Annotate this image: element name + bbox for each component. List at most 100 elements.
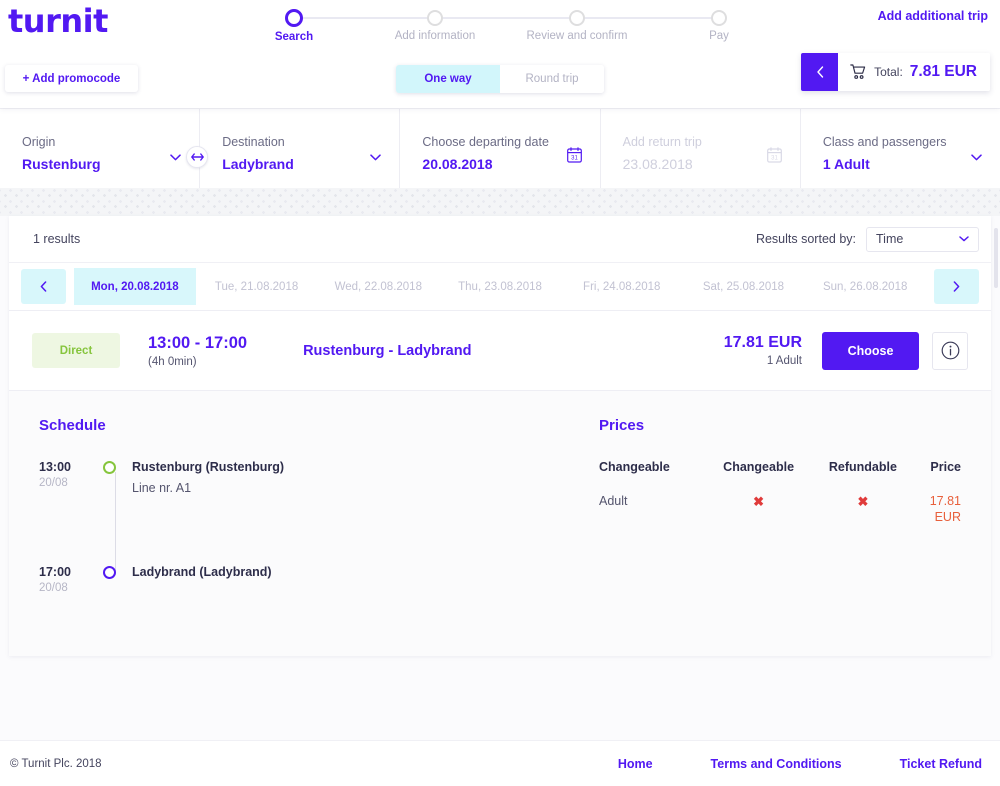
calendar-icon[interactable]: 31 bbox=[767, 147, 782, 168]
cart-collapse-button[interactable] bbox=[801, 53, 838, 91]
stop-name: Ladybrand (Ladybrand) bbox=[132, 565, 272, 579]
step-review-and-confirm[interactable]: Review and confirm bbox=[507, 8, 647, 42]
step-label: Add information bbox=[365, 30, 505, 42]
sort-controls: Results sorted by: Time bbox=[756, 227, 979, 252]
passenger-type: Adult bbox=[599, 494, 705, 525]
changeable-cell: ✖ bbox=[705, 494, 811, 525]
date-navigation: Mon, 20.08.2018 Tue, 21.08.2018 Wed, 22.… bbox=[9, 263, 991, 311]
step-dot-icon bbox=[427, 10, 443, 26]
stop-time: 17:00 bbox=[39, 565, 99, 579]
stop-marker-icon bbox=[103, 461, 116, 474]
footer-link-ticket-refund[interactable]: Ticket Refund bbox=[900, 757, 982, 771]
trip-route: Rustenburg - Ladybrand bbox=[303, 343, 471, 359]
departing-date-field[interactable]: Choose departing date 20.08.2018 31 bbox=[400, 109, 600, 188]
results-header: 1 results Results sorted by: Time bbox=[9, 216, 991, 263]
stop-time-block: 13:00 20/08 bbox=[39, 460, 99, 489]
calendar-icon[interactable]: 31 bbox=[567, 147, 582, 168]
destination-value: Ladybrand bbox=[222, 156, 383, 172]
trip-times: 13:00 - 17:00 (4h 0min) bbox=[148, 334, 247, 368]
add-additional-trip-link[interactable]: Add additional trip bbox=[878, 9, 988, 23]
schedule-stop: 13:00 20/08 Rustenburg (Rustenburg) Line… bbox=[39, 460, 599, 495]
chevron-left-icon bbox=[40, 281, 47, 292]
stop-date: 20/08 bbox=[39, 582, 99, 594]
prices-col-header: Price bbox=[914, 460, 961, 494]
chevron-down-icon bbox=[959, 233, 969, 245]
trip-duration: (4h 0min) bbox=[148, 356, 247, 368]
add-promocode-button[interactable]: + Add promocode bbox=[5, 65, 138, 92]
chevron-down-icon[interactable] bbox=[370, 151, 381, 163]
cross-icon: ✖ bbox=[857, 494, 868, 509]
passengers-label: Class and passengers bbox=[823, 135, 984, 149]
step-dot-icon bbox=[711, 10, 727, 26]
date-tab[interactable]: Mon, 20.08.2018 bbox=[74, 268, 196, 305]
trip-type-toggle[interactable]: One way Round trip bbox=[396, 65, 604, 93]
page-scrollbar[interactable] bbox=[994, 228, 998, 288]
footer-link-terms-and-conditions[interactable]: Terms and Conditions bbox=[711, 757, 842, 771]
schedule-title: Schedule bbox=[39, 417, 599, 434]
stop-name: Rustenburg (Rustenburg) bbox=[132, 460, 284, 474]
next-dates-button[interactable] bbox=[934, 269, 979, 304]
step-label: Review and confirm bbox=[507, 30, 647, 42]
direct-badge: Direct bbox=[32, 333, 120, 368]
trip-passengers: 1 Adult bbox=[724, 355, 802, 367]
price-amount: 17.81 bbox=[914, 494, 961, 510]
chevron-right-icon bbox=[953, 281, 960, 292]
step-label: Search bbox=[224, 31, 364, 43]
footer-links: Home Terms and Conditions Ticket Refund bbox=[618, 757, 990, 771]
date-tab[interactable]: Wed, 22.08.2018 bbox=[317, 268, 439, 305]
date-tab[interactable]: Fri, 24.08.2018 bbox=[561, 268, 683, 305]
results-content: 1 results Results sorted by: Time bbox=[0, 216, 1000, 656]
tab-one-way[interactable]: One way bbox=[396, 65, 500, 93]
svg-text:31: 31 bbox=[771, 155, 778, 161]
origin-value: Rustenburg bbox=[22, 156, 183, 172]
stop-time-block: 17:00 20/08 bbox=[39, 565, 99, 594]
trip-result-row[interactable]: Direct 13:00 - 17:00 (4h 0min) Rustenbur… bbox=[9, 311, 991, 391]
origin-field[interactable]: Origin Rustenburg bbox=[0, 109, 200, 188]
prices-col-header: Changeable bbox=[705, 460, 811, 494]
class-and-passengers-field[interactable]: Class and passengers 1 Adult bbox=[801, 109, 1000, 188]
trip-info-button[interactable] bbox=[932, 332, 968, 370]
step-pay[interactable]: Pay bbox=[649, 8, 789, 42]
schedule-section: Schedule 13:00 20/08 Rustenburg (Rustenb… bbox=[39, 417, 599, 616]
turnit-logo[interactable]: turnit bbox=[8, 2, 108, 40]
date-tab[interactable]: Sat, 25.08.2018 bbox=[683, 268, 805, 305]
app-footer: © Turnit Plc. 2018 Home Terms and Condit… bbox=[0, 740, 1000, 786]
sort-label: Results sorted by: bbox=[756, 232, 856, 246]
prices-header-row: Changeable Changeable Refundable Price bbox=[599, 460, 961, 494]
departing-date-label: Choose departing date bbox=[422, 135, 583, 149]
cart-total-value: 7.81 EUR bbox=[910, 63, 977, 81]
chevron-down-icon[interactable] bbox=[170, 151, 181, 163]
trip-details: Schedule 13:00 20/08 Rustenburg (Rustenb… bbox=[9, 391, 991, 656]
sort-select[interactable]: Time bbox=[866, 227, 979, 252]
cart-widget: Total: 7.81 EUR bbox=[801, 53, 990, 91]
previous-dates-button[interactable] bbox=[21, 269, 66, 304]
choose-button[interactable]: Choose bbox=[822, 332, 919, 370]
cart-summary[interactable]: Total: 7.81 EUR bbox=[838, 53, 990, 91]
step-add-information[interactable]: Add information bbox=[365, 8, 505, 42]
price-cell: 17.81 EUR bbox=[914, 494, 961, 525]
stop-date: 20/08 bbox=[39, 477, 99, 489]
results-panel: 1 results Results sorted by: Time bbox=[9, 216, 991, 656]
return-trip-field[interactable]: Add return trip 23.08.2018 31 bbox=[601, 109, 801, 188]
footer-link-home[interactable]: Home bbox=[618, 757, 653, 771]
stop-marker-icon bbox=[103, 566, 116, 579]
stop-info: Rustenburg (Rustenburg) Line nr. A1 bbox=[132, 460, 284, 495]
destination-field[interactable]: Destination Ladybrand bbox=[200, 109, 400, 188]
step-search[interactable]: Search bbox=[224, 8, 364, 43]
app-header: turnit Search Add information Review and… bbox=[0, 0, 1000, 108]
tab-round-trip[interactable]: Round trip bbox=[500, 65, 604, 93]
date-tab[interactable]: Thu, 23.08.2018 bbox=[439, 268, 561, 305]
prices-table: Changeable Changeable Refundable Price A… bbox=[599, 460, 961, 525]
date-tab[interactable]: Tue, 21.08.2018 bbox=[196, 268, 318, 305]
date-tab[interactable]: Sun, 26.08.2018 bbox=[804, 268, 926, 305]
prices-title: Prices bbox=[599, 417, 961, 434]
chevron-down-icon[interactable] bbox=[971, 151, 982, 163]
swap-origin-destination-button[interactable] bbox=[186, 146, 208, 168]
schedule-stop: 17:00 20/08 Ladybrand (Ladybrand) bbox=[39, 565, 599, 594]
return-trip-label: Add return trip bbox=[623, 135, 784, 149]
trip-time-range: 13:00 - 17:00 bbox=[148, 334, 247, 353]
step-dot-icon bbox=[285, 9, 303, 27]
stop-info: Ladybrand (Ladybrand) bbox=[132, 565, 272, 579]
copyright-text: © Turnit Plc. 2018 bbox=[10, 758, 102, 770]
swap-horizontal-icon bbox=[191, 153, 204, 161]
